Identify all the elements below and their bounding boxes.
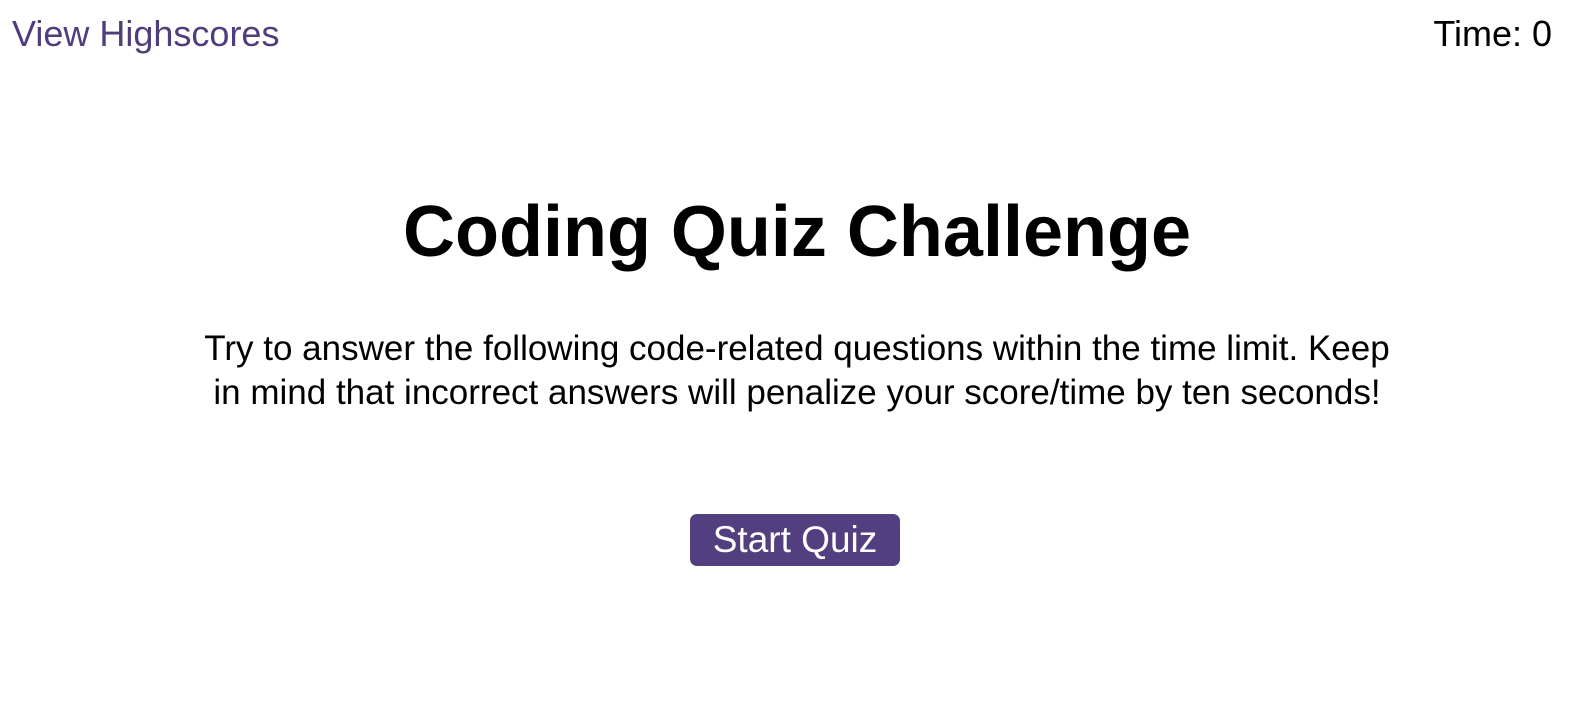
view-highscores-link[interactable]: View Highscores (12, 13, 279, 55)
start-quiz-button[interactable]: Start Quiz (690, 514, 900, 566)
page-header: View Highscores Time: 0 (0, 0, 1594, 70)
quiz-instructions: Try to answer the following code-related… (204, 329, 1390, 412)
timer-display: Time: 0 (1433, 13, 1552, 54)
page-title: Coding Quiz Challenge (403, 192, 1191, 272)
